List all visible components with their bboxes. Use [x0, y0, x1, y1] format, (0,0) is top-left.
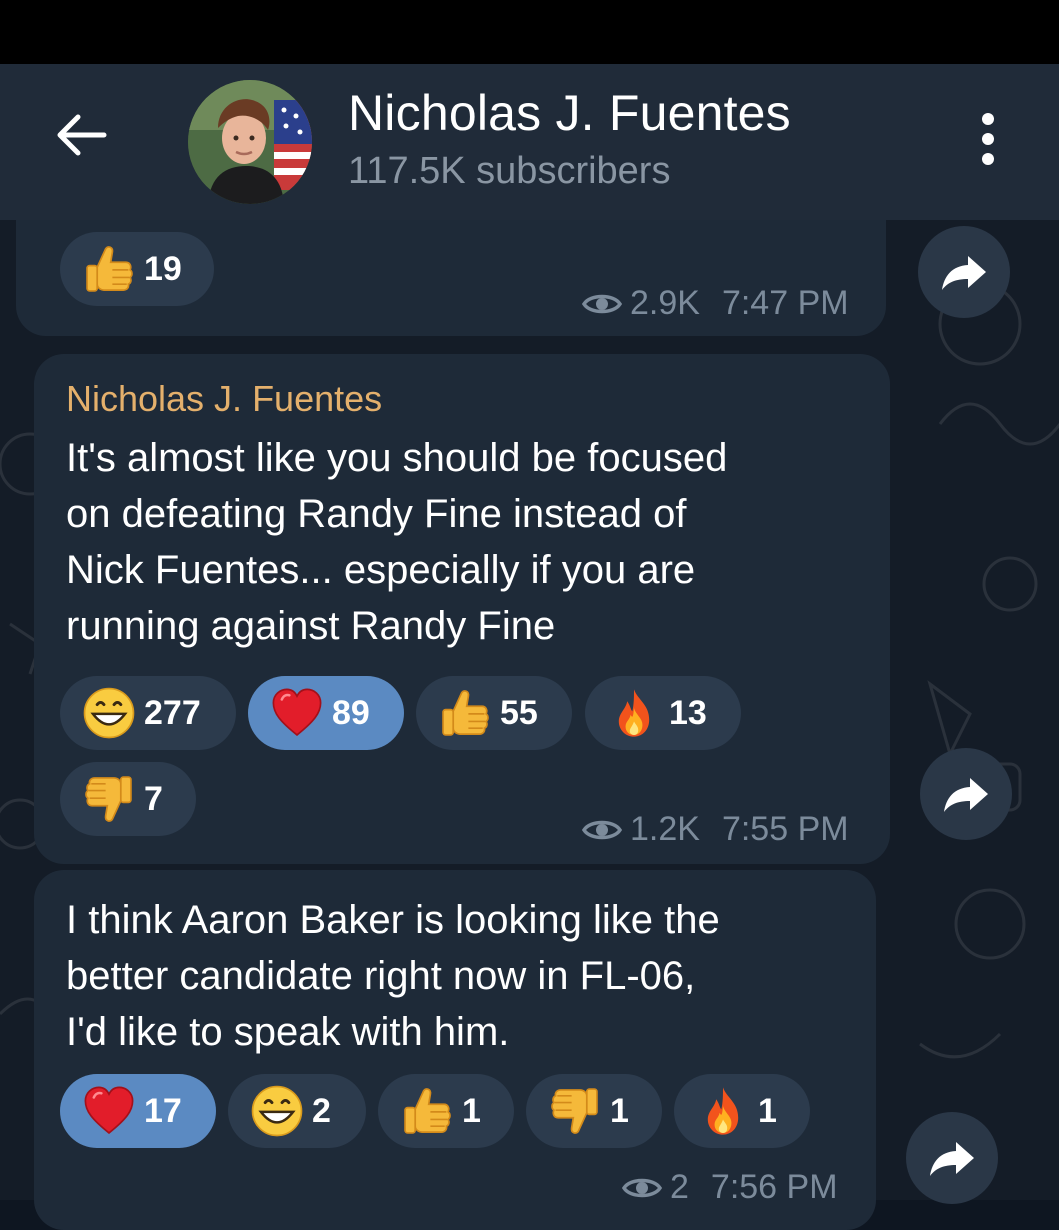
channel-avatar[interactable] — [188, 80, 312, 204]
reaction-chip[interactable]: 55 — [416, 676, 572, 750]
fire-icon — [607, 686, 661, 740]
reaction-chip-selected[interactable]: 17 — [60, 1074, 216, 1148]
more-vertical-icon — [982, 113, 994, 125]
more-vertical-icon — [982, 153, 994, 165]
message-meta: 2.9K 7:47 PM — [582, 284, 849, 323]
grinning-face-icon — [250, 1084, 304, 1138]
message-line: Nick Fuentes... especially if you are — [66, 548, 696, 592]
more-vertical-icon — [982, 133, 994, 145]
reaction-chip[interactable]: 1 — [526, 1074, 662, 1148]
reaction-chip[interactable]: 13 — [585, 676, 741, 750]
message-time: 7:47 PM — [721, 284, 849, 322]
thumbs-up-icon — [82, 242, 136, 296]
reaction-count: 1 — [462, 1091, 481, 1130]
reaction-count: 13 — [669, 693, 707, 732]
reaction-chip[interactable]: 19 — [60, 232, 214, 306]
reaction-count: 1 — [758, 1091, 777, 1130]
eye-icon — [582, 290, 622, 318]
thumbs-up-icon — [438, 686, 492, 740]
message-line: I'd like to speak with him. — [66, 1010, 510, 1054]
message-line: I think Aaron Baker is looking like the — [66, 898, 720, 942]
avatar-image — [188, 80, 312, 204]
message-time: 7:55 PM — [721, 810, 849, 848]
share-arrow-icon — [940, 252, 988, 292]
fire-icon — [696, 1084, 750, 1138]
thumbs-down-icon — [82, 772, 136, 826]
share-button[interactable] — [918, 226, 1010, 318]
message-text: I think Aaron Baker is looking like the … — [66, 892, 720, 1060]
reaction-count: 55 — [500, 693, 538, 732]
reaction-chip-selected[interactable]: 89 — [248, 676, 404, 750]
reaction-chip[interactable]: 7 — [60, 762, 196, 836]
view-count: 2 — [670, 1168, 689, 1206]
share-button[interactable] — [920, 748, 1012, 840]
reaction-count: 2 — [312, 1091, 331, 1130]
view-count: 2.9K — [630, 284, 700, 322]
sender-name[interactable]: Nicholas J. Fuentes — [66, 378, 382, 420]
reaction-count: 17 — [144, 1091, 182, 1130]
grinning-face-icon — [82, 686, 136, 740]
subscriber-count: 117.5K subscribers — [348, 150, 671, 192]
reaction-chip[interactable]: 1 — [674, 1074, 810, 1148]
reaction-count: 277 — [144, 693, 201, 732]
red-heart-icon — [82, 1084, 136, 1138]
message-line: running against Randy Fine — [66, 604, 556, 648]
reaction-count: 7 — [144, 779, 163, 818]
channel-title[interactable]: Nicholas J. Fuentes — [348, 84, 791, 142]
reaction-chip[interactable]: 277 — [60, 676, 236, 750]
status-bar — [0, 0, 1059, 64]
reaction-count: 89 — [332, 693, 370, 732]
message-line: on defeating Randy Fine instead of — [66, 492, 687, 536]
reaction-chip[interactable]: 1 — [378, 1074, 514, 1148]
message-line: better candidate right now in FL-06, — [66, 954, 696, 998]
share-arrow-icon — [928, 1138, 976, 1178]
message-time: 7:56 PM — [710, 1168, 838, 1206]
share-button[interactable] — [906, 1112, 998, 1204]
share-arrow-icon — [942, 774, 990, 814]
eye-icon — [622, 1174, 662, 1202]
view-count: 1.2K — [630, 810, 700, 848]
back-button[interactable] — [50, 100, 112, 170]
reaction-count: 19 — [144, 249, 182, 288]
arrow-left-icon — [57, 114, 107, 156]
message-line: It's almost like you should be focused — [66, 436, 728, 480]
eye-icon — [582, 816, 622, 844]
message-meta: 1.2K 7:55 PM — [582, 810, 849, 849]
more-menu-button[interactable] — [965, 104, 1011, 174]
thumbs-up-icon — [400, 1084, 454, 1138]
red-heart-icon — [270, 686, 324, 740]
reaction-count: 1 — [610, 1091, 629, 1130]
message-meta: 2 7:56 PM — [622, 1168, 838, 1207]
reaction-chip[interactable]: 2 — [228, 1074, 366, 1148]
message-text: It's almost like you should be focused o… — [66, 430, 727, 654]
thumbs-down-icon — [548, 1084, 602, 1138]
